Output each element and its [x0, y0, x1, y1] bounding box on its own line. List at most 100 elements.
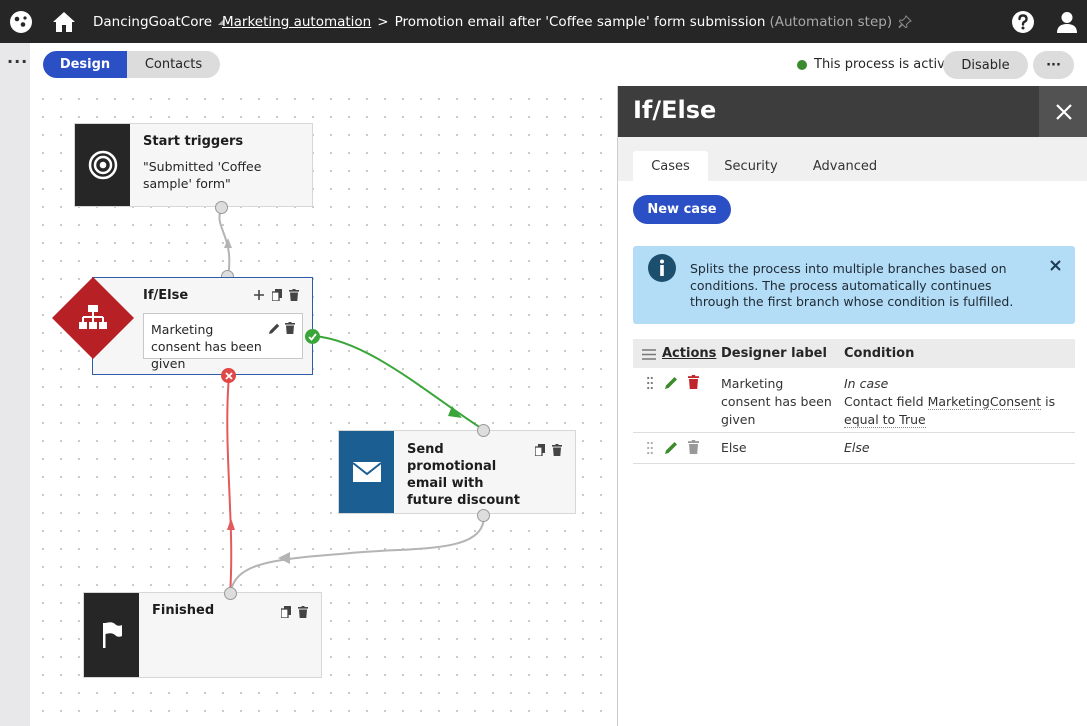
arrow-head-icon [227, 518, 235, 530]
ifelse-case-text: Marketing consent has been given [151, 322, 262, 371]
view-switch: Design Contacts [43, 51, 220, 78]
site-name: DancingGoatCore [93, 13, 213, 30]
tab-contacts[interactable]: Contacts [127, 51, 220, 78]
pin-icon[interactable] [898, 14, 912, 29]
home-button[interactable] [52, 0, 76, 43]
case-condition: In case Contact field MarketingConsent i… [844, 375, 1069, 429]
home-icon [53, 11, 75, 32]
new-case-button[interactable]: New case [633, 195, 731, 224]
info-text: Splits the process into multiple branche… [690, 261, 1014, 309]
table-row: Else Else [633, 433, 1075, 464]
drag-handle-icon[interactable] [647, 376, 653, 390]
top-bar: DancingGoatCore Marketing automation > P… [0, 0, 1087, 43]
delete-icon[interactable] [688, 375, 699, 389]
delete-icon[interactable] [288, 288, 300, 302]
condition-type: Else [844, 440, 870, 455]
connector-email-finished [229, 515, 485, 595]
status-dot-icon [797, 59, 807, 70]
ifelse-case-card[interactable]: Marketing consent has been given [143, 313, 303, 371]
close-icon [1050, 260, 1061, 271]
workflow-canvas[interactable]: Start triggers "Submitted 'Coffee sample… [30, 86, 617, 726]
tab-advanced[interactable]: Advanced [806, 151, 884, 181]
user-button[interactable] [1055, 0, 1079, 43]
condition-type: In case [844, 376, 889, 391]
help-icon [1012, 10, 1034, 33]
start-triggers-icon-box [75, 124, 130, 206]
status-text: This process is active [814, 57, 953, 72]
left-gutter: ··· [0, 43, 30, 726]
dismiss-info-button[interactable] [1050, 260, 1061, 275]
toolbar: Design Contacts This process is active D… [30, 43, 1087, 86]
copy-icon[interactable] [280, 605, 292, 619]
panel-tabs: Cases Security Advanced [618, 137, 1087, 181]
connector-false-branch [226, 375, 233, 595]
breadcrumb: Marketing automation > Promotion email a… [222, 0, 912, 43]
check-icon [308, 332, 317, 341]
panel-title: If/Else [633, 96, 717, 124]
x-icon [224, 371, 233, 380]
case-label: Else [721, 440, 747, 455]
table-row: Marketing consent has been given In case… [633, 368, 1075, 433]
drag-handle-icon[interactable] [647, 441, 653, 455]
info-message: Splits the process into multiple branche… [633, 246, 1075, 324]
finished-node[interactable]: Finished [83, 592, 322, 678]
delete-icon[interactable] [284, 322, 296, 334]
delete-icon-disabled [688, 440, 699, 454]
tab-cases[interactable]: Cases [633, 151, 708, 181]
start-triggers-node[interactable]: Start triggers "Submitted 'Coffee sample… [74, 123, 313, 207]
disable-button[interactable]: Disable [943, 51, 1028, 79]
connector-handle[interactable] [215, 201, 228, 214]
edit-icon[interactable] [665, 376, 678, 389]
flag-icon [102, 622, 122, 648]
condition-prefix: Contact field [844, 394, 928, 409]
copy-icon[interactable] [534, 443, 546, 457]
panel-header: If/Else [618, 86, 1087, 137]
target-icon [88, 150, 117, 180]
condition-line: Contact field MarketingConsent is [844, 393, 1069, 411]
more-actions-button[interactable]: ··· [1033, 51, 1074, 79]
delete-icon[interactable] [297, 605, 309, 619]
site-selector[interactable]: DancingGoatCore [93, 0, 226, 43]
add-case-icon[interactable] [253, 288, 265, 302]
header-actions[interactable]: Actions [662, 346, 716, 361]
envelope-icon [351, 462, 382, 482]
condition-field: MarketingConsent [927, 394, 1042, 410]
properties-panel: If/Else Cases Security Advanced New case… [617, 86, 1087, 726]
delete-icon[interactable] [551, 443, 563, 457]
send-email-title: Send promotional email with future disco… [407, 442, 520, 508]
tab-design[interactable]: Design [43, 51, 127, 78]
start-triggers-title: Start triggers [143, 134, 244, 149]
app-logo[interactable] [9, 0, 33, 43]
close-icon [1055, 103, 1072, 120]
help-button[interactable] [1011, 0, 1035, 43]
finished-icon-box [84, 593, 139, 677]
connector-handle[interactable] [477, 424, 490, 437]
send-email-icon-box [339, 431, 394, 513]
breadcrumb-parent-link[interactable]: Marketing automation [222, 14, 371, 30]
start-triggers-text: "Submitted 'Coffee sample' form" [143, 159, 262, 191]
breadcrumb-type: (Automation step) [769, 13, 893, 30]
breadcrumb-current: Promotion email after 'Coffee sample' fo… [394, 13, 766, 30]
condition-middle: is [1041, 394, 1056, 409]
drag-handle-icon[interactable] [642, 349, 656, 360]
true-branch-handle[interactable] [305, 329, 320, 344]
breadcrumb-separator: > [377, 13, 389, 30]
ifelse-title: If/Else [143, 288, 189, 303]
false-branch-handle[interactable] [221, 368, 236, 383]
process-status: This process is active [797, 57, 953, 72]
table-header: Actions Designer label Condition [633, 339, 1075, 368]
connector-handle[interactable] [224, 587, 237, 600]
sitemap-icon [79, 305, 107, 329]
send-email-node[interactable]: Send promotional email with future disco… [338, 430, 576, 514]
connector-handle[interactable] [477, 509, 490, 522]
edit-icon[interactable] [665, 441, 678, 454]
edit-icon[interactable] [268, 322, 280, 334]
gutter-more-button[interactable]: ··· [7, 52, 28, 71]
copy-icon[interactable] [271, 288, 283, 302]
user-icon [1057, 11, 1077, 33]
header-condition: Condition [844, 346, 915, 361]
close-panel-button[interactable] [1039, 86, 1087, 137]
info-icon [648, 254, 676, 282]
tab-security[interactable]: Security [716, 151, 786, 181]
arrow-head-icon [278, 552, 290, 564]
